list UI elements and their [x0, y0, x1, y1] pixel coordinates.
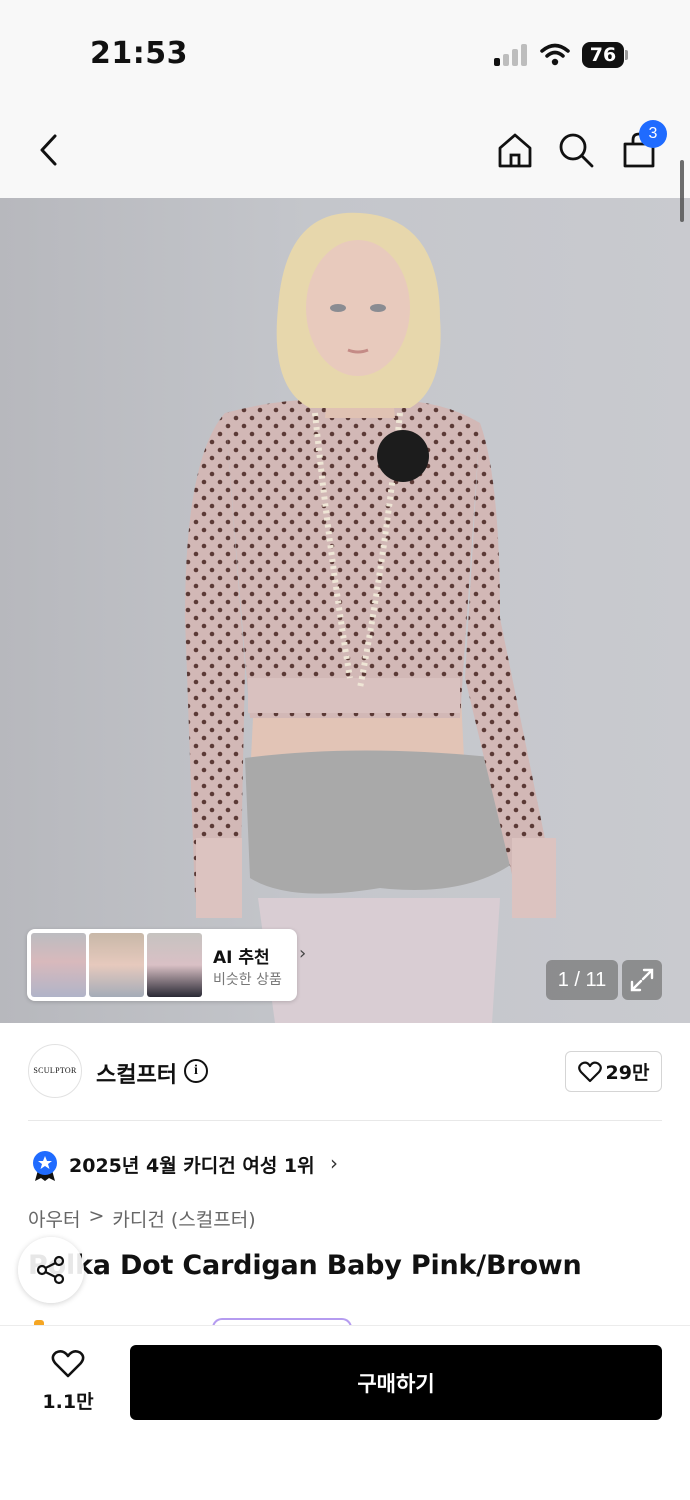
- expand-icon: [630, 968, 654, 992]
- wishlist-count: 1.1만: [42, 1391, 94, 1413]
- cellular-signal-icon: [494, 44, 530, 66]
- breadcrumb-separator: >: [88, 1205, 105, 1227]
- heart-icon: [51, 1350, 85, 1378]
- heart-icon: [577, 1061, 602, 1082]
- search-icon: [559, 133, 594, 168]
- battery-level: 76: [582, 42, 624, 68]
- brand-like-button[interactable]: 29만: [565, 1051, 662, 1092]
- ai-thumbnail: [147, 933, 202, 997]
- home-icon: [498, 133, 532, 168]
- back-icon: [40, 134, 57, 166]
- home-button[interactable]: [493, 128, 537, 172]
- scroll-indicator[interactable]: [680, 160, 684, 222]
- breadcrumb-category[interactable]: 아우터: [28, 1205, 80, 1232]
- search-button[interactable]: [554, 128, 598, 172]
- product-photo: [185, 212, 556, 1023]
- cart-button[interactable]: 3: [617, 120, 667, 172]
- battery-icon: 76: [582, 42, 628, 68]
- breadcrumb: 아우터 > 카디건 (스컬프터): [28, 1205, 256, 1232]
- share-icon: [36, 1255, 65, 1285]
- image-counter: 1 / 11: [546, 960, 618, 1000]
- status-bar: 21:53 76: [0, 0, 690, 100]
- back-button[interactable]: [26, 128, 70, 172]
- product-image-gallery[interactable]: [0, 198, 690, 1023]
- ai-recommend-card[interactable]: AI 추천 › 비슷한 상품: [27, 929, 306, 1001]
- buy-button[interactable]: 구매하기: [130, 1345, 662, 1420]
- info-icon[interactable]: i: [184, 1059, 208, 1083]
- expand-button[interactable]: [622, 960, 662, 1000]
- wifi-icon: [540, 43, 570, 66]
- ai-thumbnail: [89, 933, 144, 997]
- brand-like-count: 29만: [605, 1062, 650, 1084]
- cart-count-badge: 3: [639, 120, 667, 148]
- ai-recommend-title: AI 추천: [213, 948, 270, 968]
- brand-name[interactable]: 스컬프터: [96, 1057, 177, 1089]
- brand-logo[interactable]: SCULPTOR: [28, 1044, 82, 1098]
- divider: [28, 1120, 662, 1121]
- chevron-right-icon: ›: [330, 1151, 338, 1175]
- breadcrumb-subcategory[interactable]: 카디건 (스컬프터): [112, 1205, 255, 1232]
- chevron-right-icon: ›: [299, 943, 307, 964]
- wishlist-button[interactable]: 1.1만: [30, 1347, 106, 1419]
- share-button[interactable]: [18, 1237, 84, 1303]
- ai-thumbnail: [31, 933, 86, 997]
- ai-recommend-subtitle: 비슷한 상품: [213, 972, 282, 988]
- status-time: 21:53: [90, 36, 188, 71]
- ranking-badge-icon: [33, 1151, 57, 1181]
- top-navigation: 3: [0, 100, 690, 198]
- ranking-text[interactable]: 2025년 4월 카디건 여성 1위: [69, 1151, 315, 1178]
- product-title: Polka Dot Cardigan Baby Pink/Brown: [28, 1250, 582, 1281]
